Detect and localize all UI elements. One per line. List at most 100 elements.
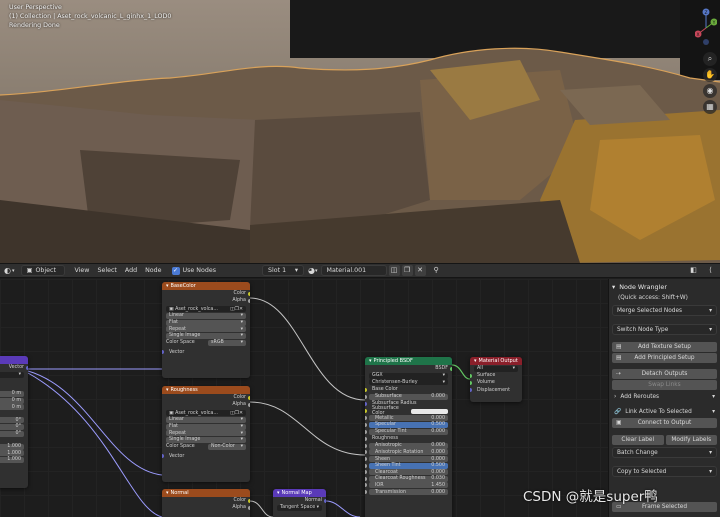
- bsdf-input-row[interactable]: Roughness: [365, 435, 452, 442]
- source-dropdown[interactable]: Single Image ▾: [166, 436, 246, 443]
- input-socket[interactable]: [365, 401, 367, 406]
- colorspace-row[interactable]: Color Space Non-Color ▾: [162, 443, 250, 450]
- input-socket[interactable]: [365, 470, 367, 475]
- swap-links-button[interactable]: Swap Links: [612, 380, 717, 390]
- bsdf-input-row[interactable]: Anisotropic 0.000: [365, 442, 448, 449]
- input-socket[interactable]: [365, 387, 367, 392]
- scale-y-field[interactable]: 1.000: [0, 450, 24, 457]
- input-socket[interactable]: [365, 422, 367, 427]
- bsdf-input-row[interactable]: Clearcoat Roughness 0.030: [365, 475, 448, 482]
- camera-icon[interactable]: ◉: [703, 84, 717, 98]
- collapse-icon[interactable]: ⟨: [705, 265, 716, 276]
- add-principled-setup-button[interactable]: ▤ Add Principled Setup: [612, 353, 717, 363]
- add-reroutes-menu[interactable]: › Add Reroutes ▾: [612, 391, 717, 402]
- extension-dropdown[interactable]: Repeat ▾: [166, 430, 246, 437]
- bsdf-input-row[interactable]: Specular 0.500: [365, 421, 448, 428]
- input-socket[interactable]: [365, 450, 367, 455]
- normal-map-node[interactable]: ▾ Normal Map Normal Tangent Space ▾: [273, 489, 326, 517]
- navigation-gizmo[interactable]: Z Y X: [695, 6, 717, 52]
- source-dropdown[interactable]: Single Image ▾: [166, 332, 246, 339]
- pin-icon[interactable]: ⚲: [431, 265, 442, 276]
- image-selector[interactable]: ▣ Aset_rock_volca... ◫❐✕: [166, 410, 246, 417]
- grid-icon[interactable]: ▦: [703, 100, 717, 114]
- duplicate-material-icon[interactable]: ❐: [401, 265, 413, 276]
- object-mode-dropdown[interactable]: ▣ Object: [20, 265, 65, 276]
- roughness-node-header[interactable]: ▾ Roughness: [162, 386, 250, 394]
- location-z-field[interactable]: 0 m: [0, 404, 24, 411]
- normal-map-node-header[interactable]: ▾ Normal Map: [273, 489, 326, 497]
- principled-node-header[interactable]: ▾ Principled BSDF: [365, 357, 452, 365]
- input-socket[interactable]: [365, 416, 367, 421]
- bsdf-input-row[interactable]: Subsurface 0.000: [365, 393, 448, 400]
- material-output-header[interactable]: ▾ Material Output: [470, 357, 522, 365]
- bsdf-input-row[interactable]: Metallic 0.000: [365, 415, 448, 422]
- bsdf-input-row[interactable]: Sheen 0.000: [365, 456, 448, 463]
- menu-add[interactable]: Add: [121, 267, 141, 274]
- detach-outputs-button[interactable]: ⇢ Detach Outputs: [612, 369, 717, 379]
- scale-x-field[interactable]: 1.000: [0, 443, 24, 450]
- rotation-y-field[interactable]: 0°: [0, 423, 24, 430]
- bsdf-input-row[interactable]: Clearcoat 0.000: [365, 469, 448, 476]
- bsdf-input-row[interactable]: Subsurface Color: [365, 406, 452, 416]
- modify-labels-button[interactable]: Modify Labels: [665, 435, 717, 445]
- distribution-dropdown[interactable]: GGX ▾: [369, 372, 448, 379]
- color-swatch[interactable]: [411, 408, 448, 414]
- material-name-field[interactable]: Material.001: [320, 265, 387, 276]
- subsurface-method-dropdown[interactable]: Christensen-Burley ▾: [369, 379, 448, 386]
- menu-select[interactable]: Select: [93, 267, 120, 274]
- space-dropdown[interactable]: Tangent Space ▾: [277, 504, 322, 511]
- use-nodes-toggle[interactable]: ✓ Use Nodes: [171, 266, 216, 275]
- slot-dropdown[interactable]: Slot 1 ▾: [262, 265, 305, 276]
- interpolation-dropdown[interactable]: Linear ▾: [166, 312, 246, 319]
- fake-user-icon[interactable]: ◫: [388, 265, 400, 276]
- basecolor-texture-node[interactable]: ▾ BaseColor Color Alpha ▣ Aset_rock_volc…: [162, 282, 250, 378]
- node-editor-canvas[interactable]: Vector ▾ 0 m 0 m 0 m 0° 0° 0° 1.000 1.00…: [0, 279, 608, 517]
- mapping-node[interactable]: Vector ▾ 0 m 0 m 0 m 0° 0° 0° 1.000 1.00…: [0, 356, 28, 488]
- unlink-material-icon[interactable]: ✕: [414, 265, 426, 276]
- menu-node[interactable]: Node: [141, 267, 165, 274]
- projection-dropdown[interactable]: Flat ▾: [166, 319, 246, 326]
- editor-type-selector[interactable]: ◐ ▾: [0, 266, 15, 275]
- input-socket[interactable]: [365, 436, 367, 441]
- add-texture-setup-button[interactable]: ▤ Add Texture Setup: [612, 342, 717, 352]
- bsdf-input-row[interactable]: Specular Tint 0.000: [365, 428, 448, 435]
- location-y-field[interactable]: 0 m: [0, 397, 24, 404]
- rotation-z-field[interactable]: 0°: [0, 430, 24, 437]
- hand-icon[interactable]: ✋: [703, 68, 717, 82]
- input-socket[interactable]: [365, 463, 367, 468]
- link-active-to-selected-menu[interactable]: 🔗 Link Active To Selected ▾: [612, 406, 717, 417]
- batch-change-dropdown[interactable]: Batch Change ▾: [612, 447, 717, 458]
- merge-selected-dropdown[interactable]: Merge Selected Nodes ▾: [612, 305, 717, 316]
- rotation-x-field[interactable]: 0°: [0, 417, 24, 424]
- principled-bsdf-node[interactable]: ▾ Principled BSDF BSDF GGX ▾ Christensen-…: [365, 357, 452, 517]
- bsdf-input-row[interactable]: Base Color: [365, 386, 452, 393]
- clear-label-button[interactable]: Clear Label: [612, 435, 664, 445]
- input-socket[interactable]: [365, 490, 367, 495]
- input-socket[interactable]: [365, 429, 367, 434]
- connect-to-output-button[interactable]: ▣ Connect to Output: [612, 418, 717, 428]
- render-target-dropdown[interactable]: All ▾: [474, 365, 518, 372]
- bsdf-input-row[interactable]: Sheen Tint 0.500: [365, 462, 448, 469]
- zoom-icon[interactable]: ⌕: [703, 52, 717, 66]
- normal-node-header[interactable]: ▾ Normal: [162, 489, 250, 497]
- projection-dropdown[interactable]: Flat ▾: [166, 423, 246, 430]
- image-selector[interactable]: ▣ Aset_rock_volca... ◫❐✕: [166, 306, 246, 313]
- colorspace-row[interactable]: Color Space sRGB ▾: [162, 339, 250, 346]
- basecolor-node-header[interactable]: ▾ BaseColor: [162, 282, 250, 290]
- input-socket[interactable]: [365, 443, 367, 448]
- switch-node-type-dropdown[interactable]: Switch Node Type ▾: [612, 324, 717, 335]
- material-output-node[interactable]: ▾ Material Output All ▾ Surface Volume Di…: [470, 357, 522, 402]
- location-x-field[interactable]: 0 m: [0, 390, 24, 397]
- material-browse-button[interactable]: ◕ ▾: [308, 266, 318, 275]
- input-socket[interactable]: [365, 457, 367, 462]
- 3d-viewport[interactable]: User Perspective (1) Collection | Aset_r…: [0, 0, 720, 263]
- bsdf-input-row[interactable]: Transmission 0.000: [365, 489, 448, 496]
- scale-z-field[interactable]: 1.000: [0, 456, 24, 463]
- interpolation-dropdown[interactable]: Linear ▾: [166, 416, 246, 423]
- bsdf-input-row[interactable]: IOR 1.450: [365, 482, 448, 489]
- normal-texture-node[interactable]: ▾ Normal Color Alpha: [162, 489, 250, 517]
- panel-header[interactable]: ▾ Node Wrangler: [612, 281, 717, 292]
- input-socket[interactable]: [365, 483, 367, 488]
- input-socket[interactable]: [365, 476, 367, 481]
- roughness-texture-node[interactable]: ▾ Roughness Color Alpha ▣ Aset_rock_volc…: [162, 386, 250, 482]
